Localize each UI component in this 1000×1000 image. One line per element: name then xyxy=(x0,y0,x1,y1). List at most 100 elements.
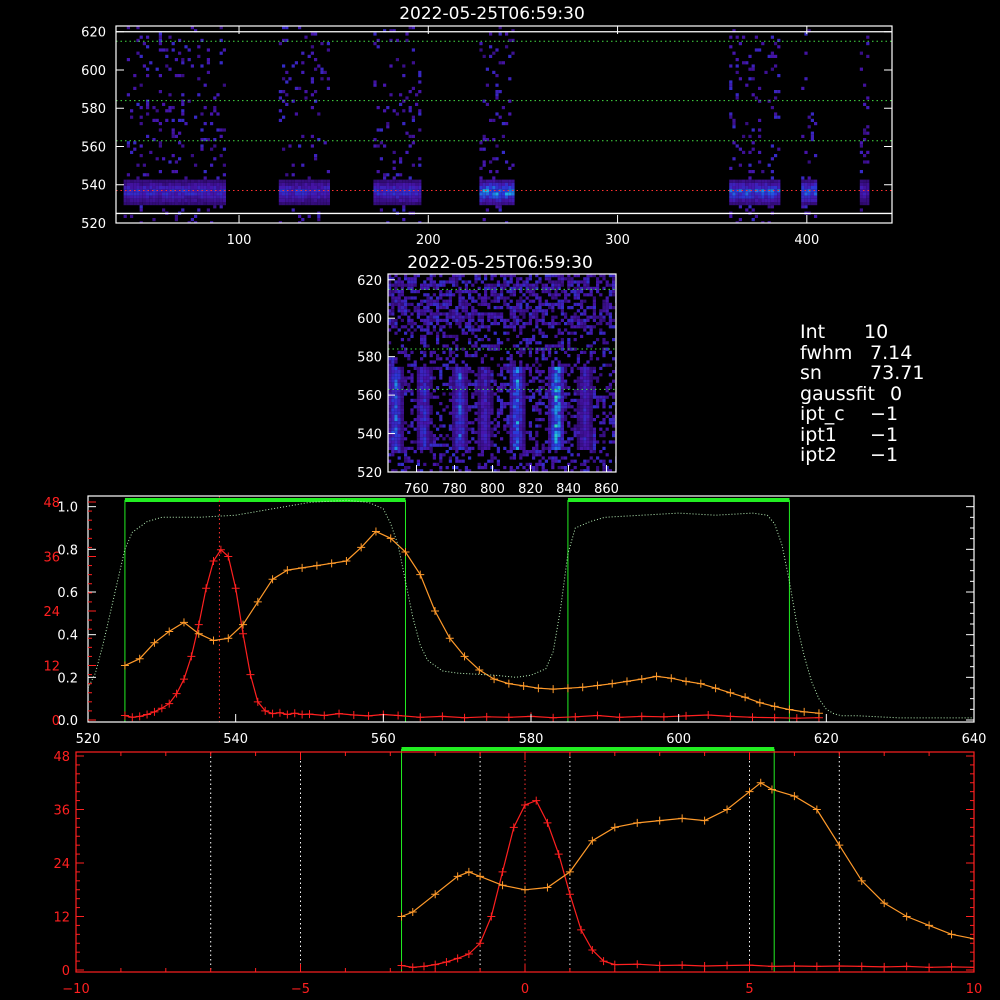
overview-cell xyxy=(751,179,755,183)
zoom-cell xyxy=(484,427,488,431)
zoom-cell xyxy=(506,382,510,386)
spectrum-series-point xyxy=(298,710,307,719)
zoom-cell xyxy=(535,325,539,329)
zoom-cell xyxy=(551,411,555,415)
zoom-cell xyxy=(548,280,552,284)
overview-cell xyxy=(142,195,146,199)
zoom-cell xyxy=(487,302,491,306)
overview-cell xyxy=(408,195,412,199)
zoom-cell xyxy=(551,427,555,431)
zoom-cell xyxy=(432,280,436,284)
overview-cell xyxy=(139,208,143,212)
overview-cell xyxy=(298,182,302,186)
velocity-series-point xyxy=(487,912,496,921)
zoom-cell xyxy=(548,434,552,438)
overview-cell xyxy=(770,170,774,174)
zoom-cell xyxy=(484,277,488,281)
zoom-cell xyxy=(567,293,571,297)
velocity-series-point xyxy=(565,890,574,899)
overview-cell xyxy=(411,198,415,202)
velocity-y-tick-label: 36 xyxy=(53,804,70,819)
zoom-cell xyxy=(416,302,420,306)
overview-cell xyxy=(187,195,191,199)
zoom-cell xyxy=(512,408,516,412)
overview-cell xyxy=(146,198,150,202)
zoom-cell xyxy=(512,424,516,428)
zoom-cell xyxy=(554,357,558,361)
zoom-cell xyxy=(439,283,443,287)
zoom-cell xyxy=(516,379,520,383)
zoom-cell xyxy=(589,440,593,444)
zoom-cell xyxy=(586,283,590,287)
zoom-cell xyxy=(461,408,465,412)
zoom-cell xyxy=(564,322,568,326)
zoom-cell xyxy=(512,290,516,294)
zoom-cell xyxy=(423,430,427,434)
zoom-cell xyxy=(586,440,590,444)
zoom-cell xyxy=(528,354,532,358)
overview-cell xyxy=(165,179,169,183)
zoom-cell xyxy=(455,366,459,370)
zoom-cell xyxy=(404,392,408,396)
zoom-cell xyxy=(490,440,494,444)
overview-cell xyxy=(190,192,194,196)
zoom-cell xyxy=(404,354,408,358)
velocity-series-point xyxy=(397,961,406,970)
zoom-cell xyxy=(557,386,561,390)
zoom-cell xyxy=(503,331,507,335)
zoom-cell xyxy=(480,450,484,454)
overview-cell xyxy=(171,192,175,196)
overview-cell xyxy=(282,182,286,186)
overview-cell xyxy=(307,202,311,206)
zoom-cell xyxy=(516,430,520,434)
zoom-cell xyxy=(468,446,472,450)
zoom-cell xyxy=(500,398,504,402)
overview-cell xyxy=(764,179,768,183)
overview-cell xyxy=(395,198,399,202)
zoom-cell xyxy=(516,466,520,470)
zoom-cell xyxy=(596,440,600,444)
zoom-cell xyxy=(423,386,427,390)
zoom-cell xyxy=(452,411,456,415)
overview-cell xyxy=(814,198,818,202)
zoom-cell xyxy=(426,395,430,399)
zoom-cell xyxy=(423,462,427,466)
zoom-cell xyxy=(432,376,436,380)
zoom-cell xyxy=(612,379,616,383)
zoom-cell xyxy=(477,392,481,396)
zoom-cell xyxy=(445,322,449,326)
overview-cell xyxy=(764,195,768,199)
zoom-cell xyxy=(490,299,494,303)
zoom-cell xyxy=(551,293,555,297)
overview-cell xyxy=(770,157,774,161)
zoom-cell xyxy=(445,312,449,316)
zoom-cell xyxy=(612,392,616,396)
overview-cell xyxy=(498,205,502,209)
overview-cell xyxy=(310,202,314,206)
overview-cell xyxy=(171,134,175,138)
overview-cell xyxy=(810,131,814,135)
zoom-cell xyxy=(404,277,408,281)
overview-cell xyxy=(392,166,396,170)
overview-cell xyxy=(770,198,774,202)
zoom-cell xyxy=(477,312,481,316)
zoom-cell xyxy=(506,363,510,367)
zoom-cell xyxy=(480,443,484,447)
velocity-series xyxy=(397,778,974,972)
zoom-cell xyxy=(436,462,440,466)
spectrum-series-point xyxy=(135,712,144,721)
overview-cell xyxy=(399,182,403,186)
zoom-cell xyxy=(538,331,542,335)
overview-cell xyxy=(200,64,204,68)
zoom-cell xyxy=(439,434,443,438)
zoom-cell xyxy=(516,446,520,450)
zoom-cell xyxy=(538,379,542,383)
zoom-cell xyxy=(544,299,548,303)
zoom-cell xyxy=(464,392,468,396)
zoom-cell xyxy=(420,418,424,422)
overview-cell xyxy=(216,186,220,190)
zoom-cell xyxy=(602,363,606,367)
overview-cell xyxy=(165,54,169,58)
zoom-cell xyxy=(487,312,491,316)
zoom-cell xyxy=(420,437,424,441)
